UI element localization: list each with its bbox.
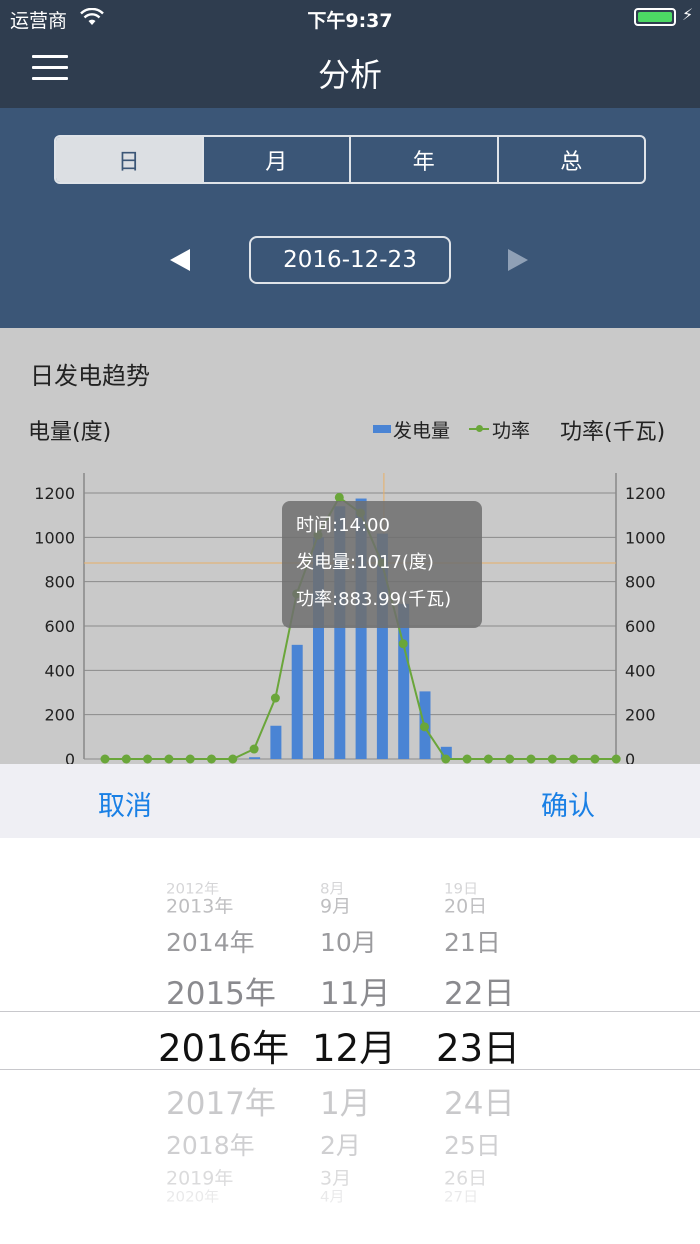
chart-title: 日发电趋势 bbox=[30, 362, 150, 390]
picker-month-option[interactable]: 4月 bbox=[320, 1187, 345, 1207]
picker-month-option[interactable]: 10月 bbox=[320, 923, 377, 958]
battery-icon bbox=[634, 8, 676, 26]
tooltip-time: 时间:14:00 bbox=[296, 515, 390, 536]
picker-day-option[interactable]: 24日 bbox=[444, 1078, 514, 1123]
picker-day-option[interactable]: 20日 bbox=[444, 893, 487, 919]
power-point-15 bbox=[420, 722, 429, 732]
y-tick-label-left: 400 bbox=[44, 661, 75, 680]
y-tick-label-left: 600 bbox=[44, 617, 75, 636]
power-point-6 bbox=[228, 754, 238, 764]
power-point-20 bbox=[526, 754, 536, 764]
legend-line-dot bbox=[476, 425, 483, 432]
y-tick-label-left: 0 bbox=[65, 750, 75, 764]
picker-day-option[interactable]: 23日 bbox=[436, 1018, 520, 1072]
power-point-17 bbox=[462, 754, 472, 764]
picker-day-option[interactable]: 22日 bbox=[444, 968, 514, 1013]
power-point-0 bbox=[100, 754, 110, 764]
picker-month-option[interactable]: 12月 bbox=[312, 1018, 396, 1072]
top-bar: 运营商 下午9:37 ⚡ 分析 bbox=[0, 0, 700, 108]
y-tick-label-left: 800 bbox=[44, 573, 75, 592]
legend-bar-label: 发电量 bbox=[393, 420, 451, 442]
tooltip-power: 功率:883.99(千瓦) bbox=[296, 589, 452, 610]
picker-year-option[interactable]: 2016年 bbox=[158, 1018, 289, 1072]
page-title: 分析 bbox=[317, 56, 382, 94]
cancel-button[interactable]: 取消 bbox=[98, 784, 152, 823]
y-tick-label-left: 1200 bbox=[34, 484, 75, 503]
picker-month-option[interactable]: 2月 bbox=[320, 1126, 361, 1161]
power-point-1 bbox=[121, 754, 131, 764]
chart-panel: 0 0 200 200 400 400 600 600 800 800 1000 1000 1200 12… bbox=[0, 328, 700, 764]
power-point-5 bbox=[207, 754, 216, 764]
picker-year-option[interactable]: 2017年 bbox=[166, 1078, 276, 1123]
tab-day[interactable]: 日 bbox=[56, 137, 202, 182]
tab-month[interactable]: 月 bbox=[201, 137, 350, 182]
charging-icon: ⚡ bbox=[682, 5, 694, 24]
tab-total[interactable]: 总 bbox=[496, 137, 645, 182]
y-tick-label-right: 400 bbox=[625, 661, 656, 680]
picker-year-option[interactable]: 2018年 bbox=[166, 1126, 255, 1161]
y-tick-label-left: 200 bbox=[44, 706, 75, 725]
legend-line-label: 功率 bbox=[492, 420, 531, 442]
picker-month-option[interactable]: 1月 bbox=[320, 1078, 371, 1123]
power-point-7 bbox=[249, 744, 259, 754]
confirm-button[interactable]: 确认 bbox=[541, 784, 595, 823]
power-point-23 bbox=[590, 754, 600, 764]
power-point-18 bbox=[483, 754, 493, 764]
picker-month-option[interactable]: 9月 bbox=[320, 893, 351, 919]
power-point-21 bbox=[547, 754, 557, 764]
legend-bar-swatch bbox=[373, 425, 391, 433]
power-point-2 bbox=[143, 754, 153, 764]
picker-day-option[interactable]: 27日 bbox=[444, 1187, 478, 1207]
period-segmented-control: 日 月 年 总 bbox=[54, 135, 646, 184]
picker-year-option[interactable]: 2013年 bbox=[166, 893, 233, 919]
y-tick-label-right: 0 bbox=[625, 750, 635, 764]
picker-day-option[interactable]: 21日 bbox=[444, 923, 501, 958]
status-bar: 运营商 下午9:37 ⚡ bbox=[0, 0, 700, 36]
previous-date-arrow-icon[interactable] bbox=[170, 249, 190, 271]
next-date-arrow-icon[interactable] bbox=[508, 249, 528, 271]
bar-8 bbox=[270, 725, 282, 759]
power-point-3 bbox=[164, 754, 174, 764]
y-tick-label-right: 1000 bbox=[625, 528, 666, 547]
chart-tooltip: 时间:14:00 发电量:1017(度) 功率:883.99(千瓦) bbox=[282, 501, 482, 628]
tooltip-energy: 发电量:1017(度) bbox=[296, 552, 434, 573]
picker-year-option[interactable]: 2014年 bbox=[166, 923, 255, 958]
y-axis-right-label: 功率(千瓦) bbox=[560, 420, 666, 445]
y-tick-label-right: 1200 bbox=[625, 484, 666, 503]
y-tick-label-right: 200 bbox=[625, 706, 656, 725]
power-point-14 bbox=[398, 639, 408, 649]
picker-year-option[interactable]: 2015年 bbox=[166, 968, 276, 1013]
picker-day-option[interactable]: 25日 bbox=[444, 1126, 501, 1161]
bar-7 bbox=[249, 757, 261, 759]
y-tick-label-right: 600 bbox=[625, 617, 656, 636]
date-selector[interactable]: 2016-12-23 bbox=[249, 236, 451, 284]
power-point-16 bbox=[441, 754, 451, 764]
y-tick-label-left: 1000 bbox=[34, 528, 75, 547]
y-axis-left-label: 电量(度) bbox=[28, 420, 112, 445]
picker-year-option[interactable]: 2020年 bbox=[166, 1187, 219, 1207]
power-point-19 bbox=[505, 754, 515, 764]
bar-9 bbox=[291, 644, 303, 759]
picker-month-option[interactable]: 11月 bbox=[320, 968, 390, 1013]
power-point-22 bbox=[569, 754, 579, 764]
tab-year[interactable]: 年 bbox=[349, 137, 497, 182]
power-point-24 bbox=[611, 754, 621, 764]
power-point-4 bbox=[185, 754, 195, 764]
power-point-8 bbox=[270, 693, 280, 703]
status-time: 下午9:37 bbox=[307, 10, 393, 32]
y-tick-label-right: 800 bbox=[625, 573, 656, 592]
picker-toolbar: 取消 确认 bbox=[0, 764, 700, 838]
date-wheel-picker[interactable]: 2012年 2013年 2014年 2015年 2016年 2017年 2018年 2019年… bbox=[0, 838, 700, 1244]
period-selector-area: 日 月 年 总 2016-12-23 bbox=[0, 108, 700, 328]
